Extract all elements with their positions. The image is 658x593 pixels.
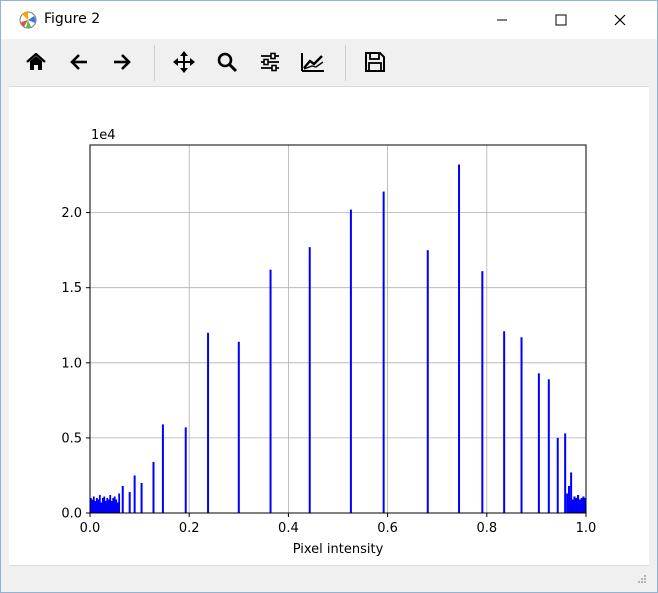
histogram-band-bar [118,493,121,513]
grid-lines [89,145,587,514]
x-axis-label: Pixel intensity [293,542,384,557]
histogram-bar [308,247,311,513]
histogram-bar [547,379,550,513]
histogram-bar [237,341,240,513]
x-tick-label: 0.4 [278,521,299,536]
status-bar [9,565,649,586]
arrow-right-icon [114,54,131,70]
histogram-band-bar [582,496,585,513]
window-right-edge [649,39,657,566]
y-tick-label: 1.5 [61,281,82,296]
histogram-bar [152,461,155,513]
line-chart-icon [301,53,324,72]
histogram-band-bar [575,497,578,513]
histogram-bar [481,271,484,513]
toolbar-separator [154,45,155,81]
histogram-bar [207,332,210,513]
histogram-low-bands [90,485,587,513]
forward-button[interactable] [105,45,139,79]
histogram-band-bar [576,494,580,513]
resize-grip-icon[interactable] [637,574,647,584]
histogram-bar [133,475,136,513]
histogram-bar [564,433,567,513]
histogram-band-bar [567,485,571,513]
histogram-bar [140,482,143,513]
histogram-bar [458,164,461,513]
histogram-bar [269,269,272,513]
maximize-button[interactable] [538,1,584,39]
histogram-band-bar [578,499,581,513]
y-tick-label: 0.5 [61,431,82,446]
x-tick-label: 0.8 [476,521,497,536]
subplots-button[interactable] [253,45,287,79]
close-button[interactable] [597,1,643,39]
home-icon [26,52,46,70]
close-icon [614,14,626,26]
x-tick-label: 0.2 [179,521,200,536]
histogram-bar [161,424,164,513]
arrow-left-icon [70,54,87,70]
histogram-band-bar [580,497,583,513]
minimize-icon [497,19,507,21]
floppy-disk-icon [365,52,385,72]
y-tick-label: 2.0 [61,206,82,221]
histogram-bar [382,191,385,513]
histogram-bar [121,485,124,513]
x-tick-label: 1.0 [576,521,597,536]
histogram-bar [184,427,187,513]
window-title: Figure 2 [44,11,101,27]
histogram-bar [537,373,540,513]
axes-frame [89,144,587,514]
histogram-bar [128,491,131,513]
histogram-bar [349,209,352,513]
histogram-bar [556,437,559,513]
histogram-bar [426,250,429,513]
save-button[interactable] [358,45,392,79]
figure-window: Figure 2 0.0 0.2 0.4 0.6 0.8 1.0 0.0 0.5… [0,0,658,593]
histogram-band-bar [566,493,569,513]
minimize-button[interactable] [479,1,525,39]
sliders-icon [261,52,279,72]
histogram-chart[interactable]: 0.0 0.2 0.4 0.6 0.8 1.0 0.0 0.5 1.0 1.5 2.0 Pixel … [9,87,649,565]
move-icon [173,51,195,73]
customize-button[interactable] [296,45,330,79]
zoom-button[interactable] [210,45,244,79]
navigation-toolbar [9,39,649,87]
x-tick-label: 0.6 [377,521,398,536]
title-bar[interactable]: Figure 2 [1,1,657,39]
matplotlib-app-icon [19,11,37,29]
x-tick-label: 0.0 [80,521,101,536]
histogram-band-bar [573,496,576,513]
pan-button[interactable] [167,45,201,79]
histogram-bar [570,472,573,513]
y-tick-label: 0.0 [61,507,82,522]
histogram-bar [520,337,523,513]
histogram-bar [503,331,506,513]
home-button[interactable] [19,45,53,79]
maximize-icon [555,14,567,26]
figure-canvas[interactable]: 0.0 0.2 0.4 0.6 0.8 1.0 0.0 0.5 1.0 1.5 2.0 Pixel … [9,87,649,565]
window-left-edge [1,39,9,566]
y-tick-label: 1.0 [61,356,82,371]
magnifier-icon [217,52,238,73]
y-axis-offset-label: 1e4 [91,128,116,143]
toolbar-separator [345,45,346,81]
back-button[interactable] [62,45,96,79]
